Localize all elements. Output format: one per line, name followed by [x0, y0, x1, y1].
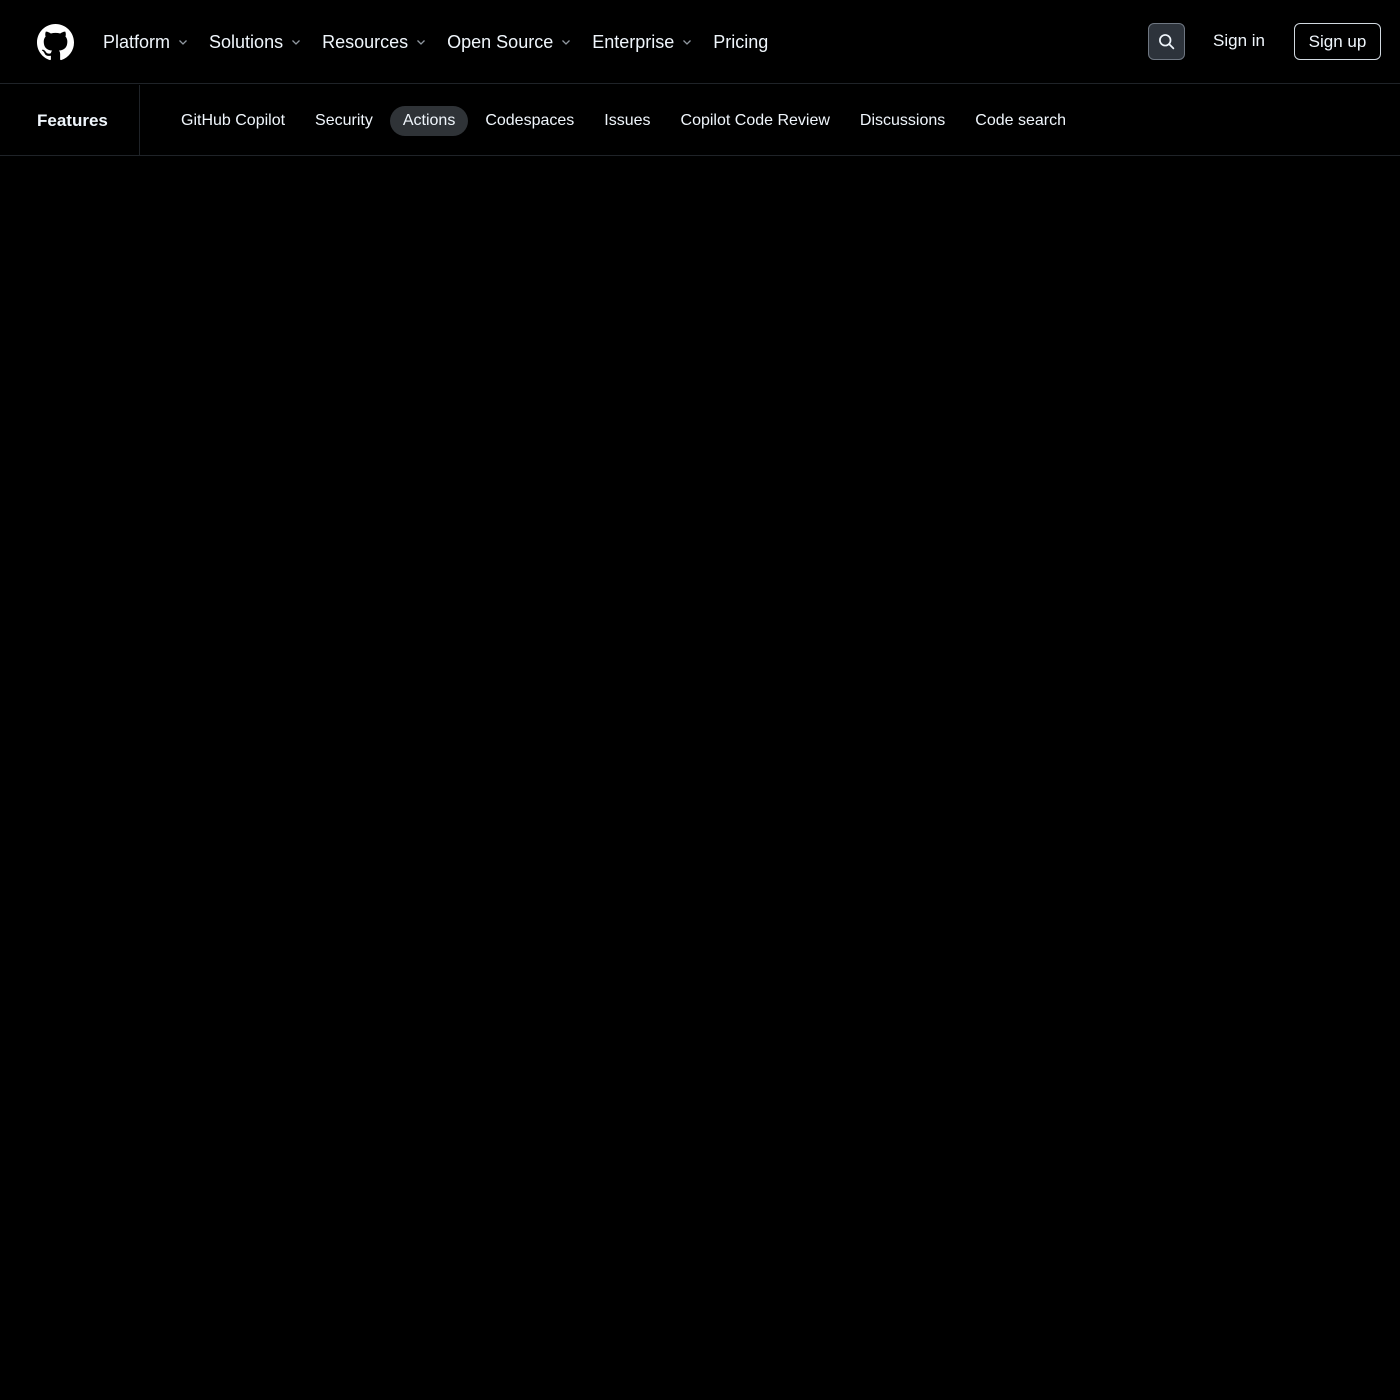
nav-label: Pricing	[713, 31, 769, 52]
subnav-links: GitHub Copilot Security Actions Codespac…	[168, 85, 1083, 156]
nav-label: Resources	[322, 31, 409, 52]
top-header: Platform Solutions Resources Open Source…	[0, 0, 1400, 84]
nav-pricing[interactable]: Pricing	[713, 32, 768, 53]
nav-enterprise[interactable]: Enterprise	[592, 32, 693, 53]
subnav-link-discussions[interactable]: Discussions	[847, 106, 958, 136]
chevron-down-icon	[177, 36, 189, 48]
chevron-down-icon	[560, 36, 572, 48]
nav-open-source[interactable]: Open Source	[447, 32, 572, 53]
subnav-divider	[139, 85, 140, 156]
nav-label: Platform	[103, 31, 171, 52]
subnav-link-codespaces[interactable]: Codespaces	[472, 106, 587, 136]
subnav-link-github-copilot[interactable]: GitHub Copilot	[168, 106, 298, 136]
sign-in-link[interactable]: Sign in	[1213, 31, 1265, 51]
search-button[interactable]	[1148, 23, 1185, 60]
chevron-down-icon	[681, 36, 693, 48]
subnav-link-issues[interactable]: Issues	[591, 106, 663, 136]
search-icon	[1158, 33, 1175, 50]
github-logo-icon[interactable]	[37, 24, 74, 61]
nav-solutions[interactable]: Solutions	[209, 32, 302, 53]
sign-up-button[interactable]: Sign up	[1294, 23, 1381, 60]
nav-label: Open Source	[447, 31, 554, 52]
subnav-link-security[interactable]: Security	[302, 106, 386, 136]
nav-platform[interactable]: Platform	[103, 32, 189, 53]
subnav-link-code-search[interactable]: Code search	[962, 106, 1079, 136]
nav-resources[interactable]: Resources	[322, 32, 427, 53]
main-nav: Platform Solutions Resources Open Source…	[103, 0, 788, 84]
subnav-link-actions[interactable]: Actions	[389, 105, 469, 136]
chevron-down-icon	[290, 36, 302, 48]
nav-label: Enterprise	[592, 31, 675, 52]
subnav-title[interactable]: Features	[37, 85, 108, 156]
subnav-link-copilot-code-review[interactable]: Copilot Code Review	[668, 106, 843, 136]
nav-label: Solutions	[209, 31, 284, 52]
chevron-down-icon	[415, 36, 427, 48]
features-subnav: Features GitHub Copilot Security Actions…	[0, 85, 1400, 156]
